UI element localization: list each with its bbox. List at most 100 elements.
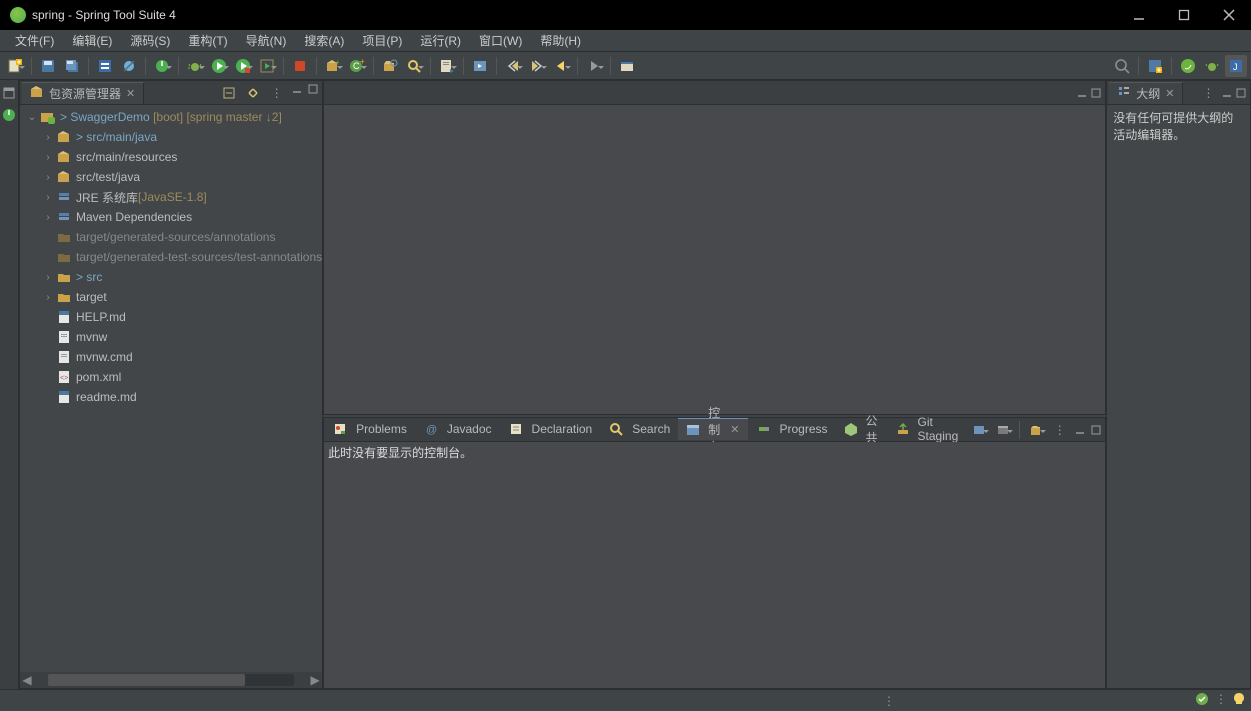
close-icon[interactable]: ✕	[126, 87, 135, 100]
menu-run[interactable]: 运行(R)	[411, 30, 470, 52]
bottom-tab-problems[interactable]: Problems	[324, 418, 415, 440]
package-explorer-tree[interactable]: ⌄> SwaggerDemo [boot] [spring master ↓2]…	[20, 105, 322, 672]
boot-view-icon[interactable]	[0, 106, 18, 124]
tree-row[interactable]: ›src/test/java	[20, 167, 322, 187]
window-maximize-button[interactable]	[1161, 0, 1206, 30]
collapse-all-button[interactable]	[218, 82, 240, 104]
file-icon	[56, 349, 72, 365]
minimize-bottom-button[interactable]	[1073, 423, 1087, 437]
file-md-icon	[56, 309, 72, 325]
menubar: 文件(F) 编辑(E) 源码(S) 重构(T) 导航(N) 搜索(A) 项目(P…	[0, 30, 1251, 52]
minimize-editor-button[interactable]	[1075, 86, 1089, 100]
menu-edit[interactable]: 编辑(E)	[63, 30, 121, 52]
tree-row[interactable]: ›src/main/resources	[20, 147, 322, 167]
tree-row[interactable]: readme.md	[20, 387, 322, 407]
menu-refactor[interactable]: 重构(T)	[179, 30, 236, 52]
debug-button[interactable]	[184, 55, 206, 77]
bottom-tab-javadoc[interactable]: @Javadoc	[415, 418, 500, 440]
pin-editor-button[interactable]	[616, 55, 638, 77]
minimize-outline-button[interactable]	[1220, 86, 1234, 100]
perspective-debug[interactable]	[1201, 55, 1223, 77]
save-all-button[interactable]	[61, 55, 83, 77]
maximize-editor-button[interactable]	[1089, 86, 1103, 100]
scroll-left-icon[interactable]: ◀	[20, 673, 34, 687]
tree-row[interactable]: ›JRE 系统库 [JavaSE-1.8]	[20, 187, 322, 207]
relaunch-button[interactable]	[469, 55, 491, 77]
bottom-tab-公共[interactable]: 公共	[836, 418, 888, 440]
window-minimize-button[interactable]	[1116, 0, 1161, 30]
updates-icon[interactable]	[1195, 692, 1209, 709]
file-icon	[56, 329, 72, 345]
boot-dashboard-button[interactable]	[151, 55, 173, 77]
run-button[interactable]	[208, 55, 230, 77]
menu-navigate[interactable]: 导航(N)	[237, 30, 296, 52]
save-button[interactable]	[37, 55, 59, 77]
tree-row[interactable]: ›target	[20, 287, 322, 307]
restore-view-button[interactable]	[0, 84, 18, 102]
status-menu-icon-2[interactable]: ⋮	[1215, 692, 1227, 709]
new-class-button[interactable]: C+	[346, 55, 368, 77]
maximize-view-button[interactable]	[306, 82, 320, 96]
scroll-right-icon[interactable]: ▶	[308, 673, 322, 687]
tree-row[interactable]: target/generated-sources/annotations	[20, 227, 322, 247]
maximize-outline-button[interactable]	[1234, 86, 1248, 100]
close-icon[interactable]: ✕	[730, 423, 739, 436]
horizontal-scrollbar[interactable]: ◀ ▶	[20, 672, 322, 688]
tree-row[interactable]: target/generated-test-sources/test-annot…	[20, 247, 322, 267]
minimize-view-button[interactable]	[290, 82, 304, 96]
skip-breakpoints-button[interactable]	[118, 55, 140, 77]
bottom-tab-git-staging[interactable]: Git Staging	[888, 418, 969, 440]
bottom-tab-declaration[interactable]: Declaration	[500, 418, 601, 440]
maximize-bottom-button[interactable]	[1089, 423, 1103, 437]
menu-file[interactable]: 文件(F)	[6, 30, 63, 52]
tree-row[interactable]: <>pom.xml	[20, 367, 322, 387]
bottom-view-menu-button[interactable]: ⋮	[1049, 419, 1071, 441]
stop-button[interactable]	[289, 55, 311, 77]
perspective-java[interactable]: J	[1225, 55, 1247, 77]
tree-row[interactable]: ›> src/main/java	[20, 127, 322, 147]
view-menu-button[interactable]: ⋮	[266, 82, 288, 104]
search-button[interactable]	[403, 55, 425, 77]
menu-source[interactable]: 源码(S)	[121, 30, 179, 52]
nav-forward-button[interactable]	[583, 55, 605, 77]
quick-access-button[interactable]	[1111, 55, 1133, 77]
lib-icon	[56, 209, 72, 225]
toggle-breadcrumb-button[interactable]	[94, 55, 116, 77]
back-button[interactable]	[502, 55, 524, 77]
perspective-spring[interactable]	[1177, 55, 1199, 77]
package-explorer-tab[interactable]: 包资源管理器 ✕	[22, 82, 144, 104]
status-menu-icon[interactable]: ⋮	[883, 694, 895, 708]
open-perspective-button[interactable]	[1144, 55, 1166, 77]
bottom-tab-控制台[interactable]: 控制台✕	[678, 418, 747, 440]
bottom-tab-progress[interactable]: Progress	[748, 418, 836, 440]
open-task-button[interactable]	[436, 55, 458, 77]
nav-back-button[interactable]	[550, 55, 572, 77]
console-open-button[interactable]	[992, 419, 1014, 441]
outline-view-menu-button[interactable]: ⋮	[1198, 82, 1220, 104]
menu-search[interactable]: 搜索(A)	[295, 30, 353, 52]
forward-button[interactable]	[526, 55, 548, 77]
window-close-button[interactable]	[1206, 0, 1251, 30]
new-package-button[interactable]: +	[322, 55, 344, 77]
console-display-button[interactable]	[968, 419, 990, 441]
tree-row[interactable]: mvnw	[20, 327, 322, 347]
tree-row[interactable]: ›> src	[20, 267, 322, 287]
menu-help[interactable]: 帮助(H)	[531, 30, 590, 52]
open-type-button[interactable]	[379, 55, 401, 77]
tree-row[interactable]: ›Maven Dependencies	[20, 207, 322, 227]
new-button[interactable]	[4, 55, 26, 77]
console-new-button[interactable]	[1025, 419, 1047, 441]
run-last-button[interactable]	[256, 55, 278, 77]
link-editor-button[interactable]	[242, 82, 264, 104]
bottom-tab-search[interactable]: Search	[600, 418, 678, 440]
coverage-button[interactable]	[232, 55, 254, 77]
main-toolbar: + C+ J	[0, 52, 1251, 80]
menu-window[interactable]: 窗口(W)	[470, 30, 531, 52]
tree-row[interactable]: ⌄> SwaggerDemo [boot] [spring master ↓2]	[20, 107, 322, 127]
menu-project[interactable]: 项目(P)	[353, 30, 411, 52]
tree-row[interactable]: HELP.md	[20, 307, 322, 327]
close-icon[interactable]: ✕	[1165, 87, 1174, 100]
outline-tab[interactable]: 大纲 ✕	[1109, 82, 1183, 104]
tree-row[interactable]: mvnw.cmd	[20, 347, 322, 367]
tip-icon[interactable]	[1233, 692, 1245, 709]
